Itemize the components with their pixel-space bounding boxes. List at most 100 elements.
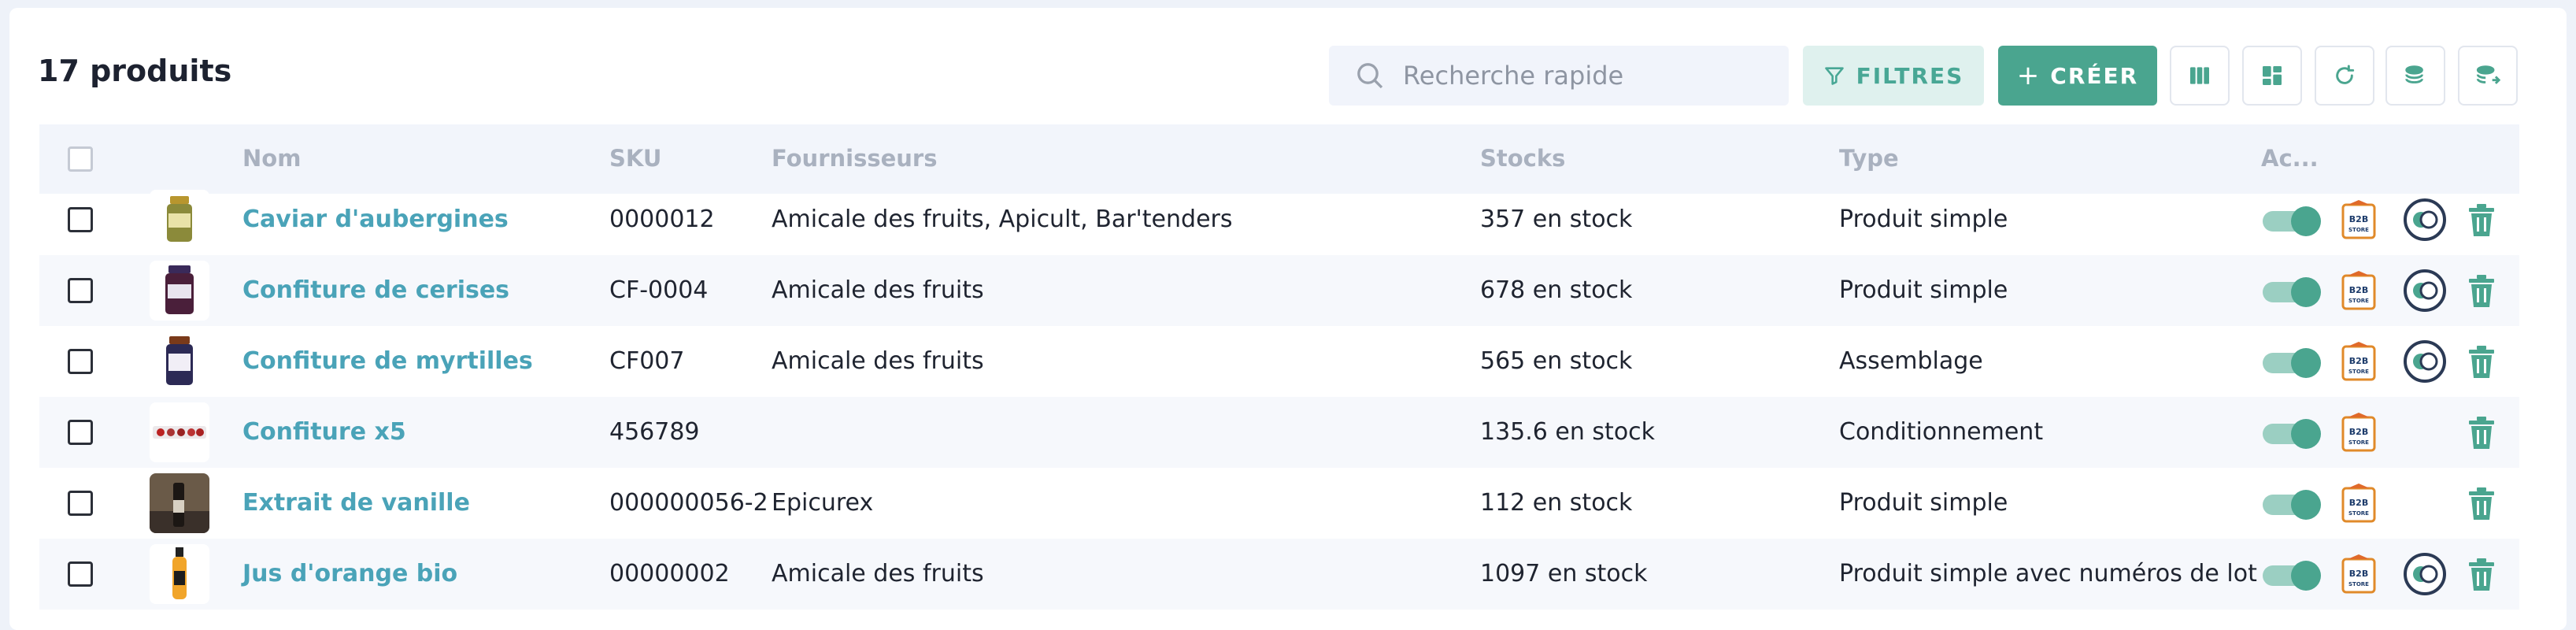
product-sku: 0000012 <box>609 206 715 233</box>
svg-text:STORE: STORE <box>2348 510 2369 517</box>
active-toggle[interactable] <box>2263 561 2326 591</box>
active-toggle[interactable] <box>2263 206 2326 236</box>
layout-button[interactable] <box>2242 46 2302 106</box>
column-header-actions: Ac... <box>2261 145 2319 172</box>
import-button[interactable] <box>2385 46 2445 106</box>
refresh-icon <box>2336 65 2355 84</box>
b2b-store-icon[interactable]: B2B STORE <box>2341 484 2376 523</box>
product-thumbnail <box>150 473 209 533</box>
product-type: Conditionnement <box>1839 418 2044 446</box>
refresh-button[interactable] <box>2315 46 2374 106</box>
b2b-store-icon[interactable]: B2B STORE <box>2341 271 2376 310</box>
product-type: Produit simple <box>1839 276 2008 304</box>
b2b-store-icon[interactable]: B2B STORE <box>2341 554 2376 594</box>
svg-text:STORE: STORE <box>2348 439 2369 446</box>
integration-icon[interactable] <box>2403 339 2447 384</box>
filter-icon <box>1824 67 1844 85</box>
product-name-link[interactable]: Confiture x5 <box>242 418 406 446</box>
b2b-store-icon[interactable]: B2B STORE <box>2341 342 2376 381</box>
search-icon <box>1357 63 1383 89</box>
svg-text:B2B: B2B <box>2349 356 2368 366</box>
table-row[interactable]: Confiture x5 456789 135.6 en stock Conditio… <box>39 397 2519 468</box>
active-toggle[interactable] <box>2263 277 2326 307</box>
product-thumbnail <box>150 190 209 250</box>
row-checkbox[interactable] <box>68 278 93 303</box>
svg-text:STORE: STORE <box>2348 581 2369 587</box>
filters-button[interactable]: FILTRES <box>1803 46 1984 106</box>
product-stock: 135.6 en stock <box>1480 418 1656 446</box>
svg-text:B2B: B2B <box>2349 285 2368 295</box>
plus-icon: + <box>2016 60 2041 91</box>
search-box[interactable] <box>1329 46 1789 106</box>
trash-icon[interactable] <box>2466 558 2497 592</box>
b2b-store-icon[interactable]: B2B STORE <box>2341 200 2376 239</box>
table-header: Nom SKU Fournisseurs Stocks Type Ac... <box>39 124 2519 194</box>
filters-label: FILTRES <box>1856 62 1964 89</box>
product-name-link[interactable]: Confiture de cerises <box>242 276 509 304</box>
product-type: Produit simple <box>1839 206 2008 233</box>
product-type: Produit simple avec numéros de lot <box>1839 560 2257 587</box>
product-stock: 357 en stock <box>1480 206 1633 233</box>
columns-button[interactable] <box>2170 46 2230 106</box>
export-button[interactable] <box>2458 46 2518 106</box>
active-toggle[interactable] <box>2263 419 2326 449</box>
product-name-link[interactable]: Caviar d'aubergines <box>242 206 509 233</box>
select-all-checkbox[interactable] <box>68 146 93 172</box>
product-type: Assemblage <box>1839 347 1983 375</box>
trash-icon[interactable] <box>2466 416 2497 450</box>
svg-text:STORE: STORE <box>2348 298 2369 304</box>
table-row[interactable]: Extrait de vanille 000000056-2 Epicurex 112… <box>39 468 2519 539</box>
b2b-store-icon[interactable]: B2B STORE <box>2341 413 2376 452</box>
trash-icon[interactable] <box>2466 487 2497 521</box>
table-row[interactable]: Confiture de cerises CF-0004 Amicale des f… <box>39 255 2519 326</box>
active-toggle[interactable] <box>2263 348 2326 378</box>
layout-icon <box>2263 66 2282 85</box>
product-stock: 1097 en stock <box>1480 560 1648 587</box>
svg-text:STORE: STORE <box>2348 369 2369 375</box>
product-type: Produit simple <box>1839 489 2008 517</box>
create-button[interactable]: + CRÉER <box>1998 46 2157 106</box>
create-label: CRÉER <box>2050 62 2139 89</box>
product-stock: 565 en stock <box>1480 347 1633 375</box>
table-row[interactable]: Caviar d'aubergines 0000012 Amicale des fr… <box>39 184 2519 255</box>
product-name-link[interactable]: Extrait de vanille <box>242 489 470 517</box>
product-suppliers: Amicale des fruits <box>772 276 984 304</box>
table-row[interactable]: Jus d'orange bio 00000002 Amicale des frui… <box>39 539 2519 610</box>
row-checkbox[interactable] <box>68 349 93 374</box>
column-header-suppliers[interactable]: Fournisseurs <box>772 145 938 172</box>
column-header-name[interactable]: Nom <box>242 145 301 172</box>
row-checkbox[interactable] <box>68 491 93 516</box>
column-header-sku[interactable]: SKU <box>609 145 661 172</box>
product-stock: 112 en stock <box>1480 489 1633 517</box>
product-suppliers: Epicurex <box>772 489 874 517</box>
columns-icon <box>2190 67 2209 84</box>
trash-icon[interactable] <box>2466 203 2497 238</box>
active-toggle[interactable] <box>2263 490 2326 520</box>
search-input[interactable] <box>1403 61 1765 91</box>
table-row[interactable]: Confiture de myrtilles CF007 Amicale des f… <box>39 326 2519 397</box>
integration-icon[interactable] <box>2403 269 2447 313</box>
trash-icon[interactable] <box>2466 274 2497 309</box>
product-stock: 678 en stock <box>1480 276 1633 304</box>
product-name-link[interactable]: Jus d'orange bio <box>242 560 457 587</box>
product-thumbnail <box>150 544 209 604</box>
row-checkbox[interactable] <box>68 561 93 587</box>
product-name-link[interactable]: Confiture de myrtilles <box>242 347 533 375</box>
integration-icon[interactable] <box>2403 198 2447 242</box>
product-suppliers: Amicale des fruits <box>772 347 984 375</box>
page-title: 17 produits <box>38 54 232 88</box>
integration-icon[interactable] <box>2403 552 2447 596</box>
stack-export-icon <box>2476 65 2501 84</box>
product-thumbnail <box>150 261 209 321</box>
column-header-type[interactable]: Type <box>1839 145 1899 172</box>
product-sku: CF-0004 <box>609 276 709 304</box>
column-header-stocks[interactable]: Stocks <box>1480 145 1565 172</box>
svg-text:B2B: B2B <box>2349 569 2368 579</box>
stack-import-icon <box>2405 65 2423 83</box>
trash-icon[interactable] <box>2466 345 2497 380</box>
product-suppliers: Amicale des fruits, Apicult, Bar'tenders <box>772 206 1233 233</box>
row-checkbox[interactable] <box>68 420 93 445</box>
product-suppliers: Amicale des fruits <box>772 560 984 587</box>
product-sku: 456789 <box>609 418 700 446</box>
row-checkbox[interactable] <box>68 207 93 232</box>
